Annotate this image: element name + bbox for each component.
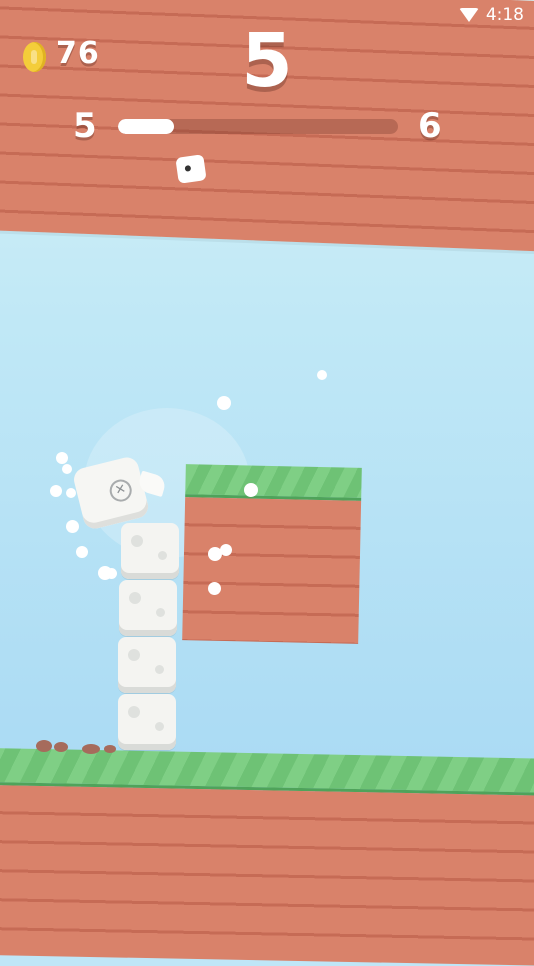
eye-icon: ✕ [107, 477, 135, 504]
level-progress-bar [118, 119, 398, 134]
particle [244, 483, 258, 497]
status-time: 4:18 [485, 5, 524, 25]
particle [208, 582, 221, 595]
egg-block [118, 694, 176, 750]
particle [317, 370, 327, 380]
ground-dirt [0, 784, 534, 966]
pebble [36, 740, 52, 752]
particle [66, 520, 79, 533]
level-progress-fill [118, 119, 174, 134]
particle [106, 568, 117, 579]
platform-grass [185, 464, 362, 501]
pebble [54, 742, 68, 752]
score: 5 [241, 18, 293, 104]
particle [66, 488, 76, 498]
player-progress-icon [175, 154, 207, 184]
status-bar: 4:18 [458, 5, 524, 25]
particle [50, 485, 62, 497]
egg-block [118, 637, 176, 693]
level-current: 5 [73, 106, 97, 146]
level-next: 6 [418, 106, 442, 146]
platform-dirt [182, 497, 362, 644]
particle [76, 546, 88, 558]
particle [56, 452, 68, 464]
wifi-icon [458, 8, 479, 22]
egg-block [119, 580, 177, 636]
pebble [104, 745, 116, 753]
particle [62, 464, 72, 474]
ground-terrain [0, 748, 534, 966]
particle [220, 544, 232, 556]
particle [217, 396, 231, 410]
pebble [82, 744, 100, 754]
egg-block [121, 523, 179, 579]
